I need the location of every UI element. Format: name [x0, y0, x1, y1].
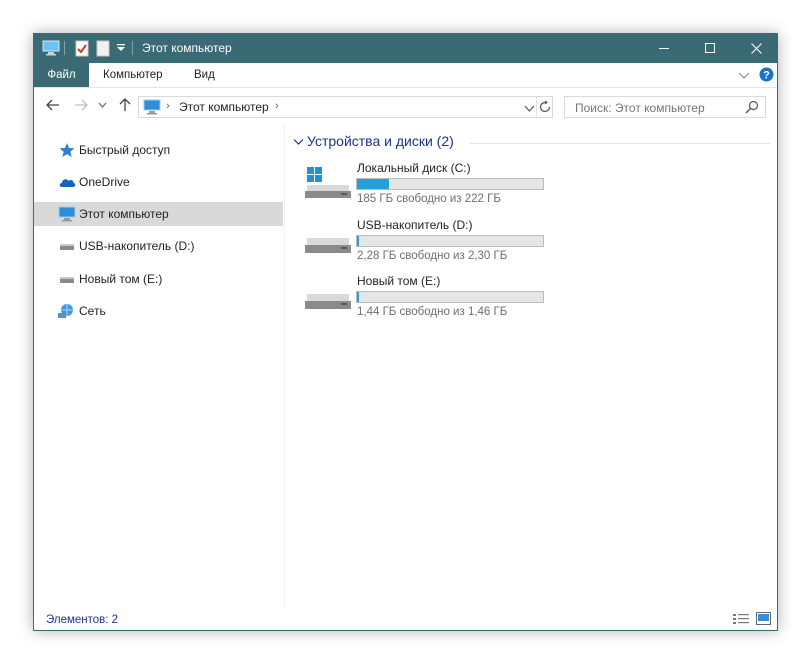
drive-usage-bar: [356, 291, 544, 303]
star-icon: [58, 142, 76, 158]
customize-toolbar-icon[interactable]: [116, 39, 126, 57]
status-bar: Элементов: 2: [34, 608, 777, 630]
properties-icon[interactable]: [75, 39, 89, 57]
usb-drive-icon: [305, 224, 351, 256]
drive-icon: [305, 280, 351, 312]
nav-item-label: Быстрый доступ: [79, 143, 171, 157]
nav-item-onedrive[interactable]: OneDrive: [34, 170, 283, 194]
large-icons-view-icon[interactable]: [756, 612, 771, 628]
group-header[interactable]: Устройства и диски (2): [293, 133, 454, 149]
navigation-pane: Быстрый доступ OneDrive Этот компьютер U…: [34, 124, 284, 608]
explorer-window: Этот компьютер Файл Компьютер Вид ? › Эт…: [33, 33, 778, 631]
drive-item-c[interactable]: Локальный диск (C:) 185 ГБ свободно из 2…: [305, 161, 605, 217]
refresh-icon[interactable]: [539, 100, 552, 117]
recent-locations-button[interactable]: [96, 96, 108, 114]
drive-usage-bar: [356, 235, 544, 247]
drive-usage-bar: [356, 178, 544, 190]
up-button[interactable]: [116, 96, 134, 114]
address-bar[interactable]: › Этот компьютер ›: [138, 96, 553, 118]
items-count: Элементов: 2: [46, 614, 119, 626]
network-icon: [58, 303, 76, 319]
group-divider: [470, 143, 770, 144]
maximize-button[interactable]: [687, 34, 733, 63]
drive-name: Локальный диск (C:): [357, 161, 471, 175]
drive-item-d[interactable]: USB-накопитель (D:) 2,28 ГБ свободно из …: [305, 218, 605, 274]
breadcrumb-chevron-icon[interactable]: ›: [275, 100, 279, 112]
window-title: Этот компьютер: [142, 41, 232, 55]
drive-icon: [58, 271, 76, 287]
back-button[interactable]: [44, 96, 62, 114]
content-pane: Устройства и диски (2) Локальный диск (C…: [285, 124, 777, 608]
search-box[interactable]: [564, 96, 766, 118]
title-bar: Этот компьютер: [34, 34, 777, 63]
qa-separator: [64, 41, 65, 55]
expand-ribbon-icon[interactable]: [738, 69, 750, 83]
nav-item-quick-access[interactable]: Быстрый доступ: [34, 138, 283, 162]
drive-free-space: 2,28 ГБ свободно из 2,30 ГБ: [357, 250, 508, 262]
nav-item-label: OneDrive: [79, 175, 130, 189]
details-view-icon[interactable]: [733, 613, 749, 628]
nav-item-new-volume[interactable]: Новый том (E:): [34, 267, 283, 291]
cloud-icon: [58, 174, 76, 190]
nav-item-usb-drive[interactable]: USB-накопитель (D:): [34, 234, 283, 258]
breadcrumb-chevron-icon: ›: [166, 100, 170, 112]
drive-usage-fill: [357, 179, 389, 189]
address-dropdown-icon[interactable]: [524, 102, 535, 116]
address-divider: [536, 97, 537, 117]
ribbon: Файл Компьютер Вид ?: [34, 63, 777, 88]
window-computer-icon[interactable]: [42, 39, 60, 57]
breadcrumb-item[interactable]: Этот компьютер: [179, 100, 269, 114]
tab-view[interactable]: Вид: [194, 63, 215, 87]
group-title: Устройства и диски (2): [307, 133, 454, 149]
minimize-button[interactable]: [641, 34, 687, 63]
tab-file[interactable]: Файл: [34, 63, 89, 87]
tab-computer[interactable]: Компьютер: [103, 63, 163, 87]
drive-item-e[interactable]: Новый том (E:) 1,44 ГБ свободно из 1,46 …: [305, 274, 605, 330]
drive-usage-fill: [357, 292, 359, 302]
drive-free-space: 185 ГБ свободно из 222 ГБ: [357, 193, 501, 205]
new-folder-icon[interactable]: [96, 39, 110, 57]
close-button[interactable]: [733, 34, 779, 63]
collapse-chevron-icon[interactable]: [293, 133, 307, 149]
nav-item-label: Этот компьютер: [79, 207, 169, 221]
search-input[interactable]: [573, 99, 737, 117]
drive-name: Новый том (E:): [357, 274, 441, 288]
navigation-bar: › Этот компьютер ›: [34, 88, 777, 122]
drive-usage-fill: [357, 236, 359, 246]
qa-separator: [132, 41, 133, 55]
drive-name: USB-накопитель (D:): [357, 218, 473, 232]
computer-icon: [58, 206, 76, 222]
help-icon[interactable]: ?: [759, 67, 774, 85]
usb-drive-icon: [58, 238, 76, 254]
nav-item-label: Новый том (E:): [79, 272, 163, 286]
system-drive-icon: [305, 167, 351, 199]
nav-item-label: Сеть: [79, 304, 106, 318]
nav-item-label: USB-накопитель (D:): [79, 239, 195, 253]
forward-button[interactable]: [72, 96, 90, 114]
nav-item-this-pc[interactable]: Этот компьютер: [34, 202, 283, 226]
address-computer-icon: [143, 99, 161, 118]
search-icon[interactable]: [745, 100, 759, 117]
svg-text:?: ?: [763, 70, 770, 82]
nav-item-network[interactable]: Сеть: [34, 299, 283, 323]
drive-free-space: 1,44 ГБ свободно из 1,46 ГБ: [357, 306, 508, 318]
